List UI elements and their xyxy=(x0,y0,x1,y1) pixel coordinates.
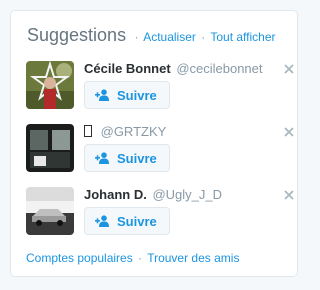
header-separator: · xyxy=(134,30,139,44)
avatar[interactable] xyxy=(26,187,74,235)
follow-label: Suivre xyxy=(117,150,157,166)
follow-button[interactable]: Suivre xyxy=(84,207,170,235)
follow-label: Suivre xyxy=(117,213,157,229)
suggestion-handle[interactable]: @GRTZKY xyxy=(101,124,167,139)
suggestion-item: Cécile Bonnet @cecilebonnet Suivre xyxy=(26,61,294,113)
suggestion-name[interactable]: Cécile Bonnet xyxy=(84,61,171,76)
avatar[interactable] xyxy=(26,61,74,109)
view-all-link[interactable]: Tout afficher xyxy=(210,30,275,44)
missing-glyph-icon xyxy=(84,125,92,137)
popular-accounts-link[interactable]: Comptes populaires xyxy=(26,251,133,265)
suggestion-handle[interactable]: @Ugly_J_D xyxy=(152,187,222,202)
add-user-icon xyxy=(95,152,110,164)
footer-separator: · xyxy=(138,251,143,265)
avatar[interactable] xyxy=(26,124,74,172)
suggestions-title: Suggestions xyxy=(27,25,127,45)
find-friends-link[interactable]: Trouver des amis xyxy=(147,251,239,265)
suggestions-card: Suggestions · Actualiser · Tout afficher… xyxy=(10,10,298,277)
close-icon[interactable] xyxy=(283,188,295,200)
close-icon[interactable] xyxy=(283,62,295,74)
suggestion-item: @GRTZKY Suivre xyxy=(26,124,294,176)
refresh-link[interactable]: Actualiser xyxy=(143,30,196,44)
header-separator: · xyxy=(201,30,206,44)
follow-label: Suivre xyxy=(117,87,157,103)
follow-button[interactable]: Suivre xyxy=(84,81,170,109)
suggestions-footer: Comptes populaires · Trouver des amis xyxy=(26,251,239,265)
add-user-icon xyxy=(95,89,110,101)
suggestion-handle[interactable]: @cecilebonnet xyxy=(176,61,262,76)
add-user-icon xyxy=(95,215,110,227)
close-icon[interactable] xyxy=(283,125,295,137)
suggestion-item: Johann D. @Ugly_J_D Suivre xyxy=(26,187,294,239)
follow-button[interactable]: Suivre xyxy=(84,144,170,172)
suggestions-header: Suggestions · Actualiser · Tout afficher xyxy=(27,25,276,46)
suggestion-name[interactable]: Johann D. xyxy=(84,187,147,202)
